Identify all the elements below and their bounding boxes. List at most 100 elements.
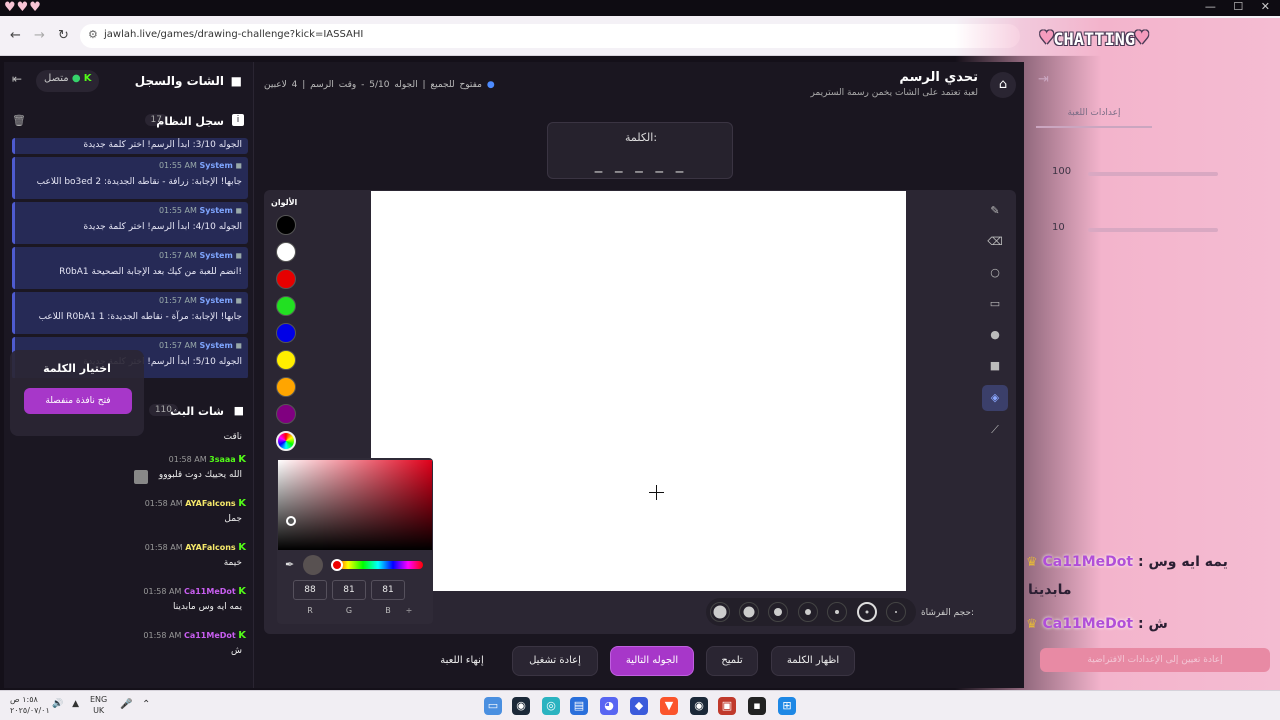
connection-status-badge: متصل ● K: [36, 70, 100, 92]
word-blanks: _ _ _ _ _: [594, 155, 688, 173]
message-meta: 01:58 AM Ca11MeDot K: [143, 586, 246, 597]
color-swatch-green[interactable]: [276, 296, 296, 316]
app-icon[interactable]: ▣: [718, 697, 736, 715]
saturation-knob[interactable]: [286, 516, 296, 526]
tab-game-settings[interactable]: إعدادات اللعبة: [1036, 98, 1152, 128]
pencil-tool-icon[interactable]: ✎: [982, 198, 1008, 224]
explorer-icon[interactable]: ▭: [484, 697, 502, 715]
site-info-icon[interactable]: ⚙: [88, 28, 98, 41]
windows-start-icon[interactable]: ⊞: [778, 697, 796, 715]
end-game-button[interactable]: إنهاء اللعبة: [424, 646, 500, 676]
overlay-message: ش: [1148, 616, 1168, 632]
reload-icon[interactable]: ↻: [58, 28, 69, 43]
log-text: اللاعب R0bA1 جابها! الإجابة: مرآة - نقاط…: [38, 312, 242, 322]
steam-icon[interactable]: ◉: [512, 697, 530, 715]
log-entry: 01:57 AM System ◼ R0bA1 انضم للعبة من كي…: [12, 247, 248, 289]
heart-icon: ♥: [1135, 26, 1149, 51]
address-bar[interactable]: ⚙ jawlah.live/games/drawing-challenge?ki…: [80, 24, 1020, 48]
next-round-button[interactable]: الجوله التالية: [610, 646, 694, 676]
color-swatch-blue[interactable]: [276, 323, 296, 343]
home-button[interactable]: ⌂: [990, 72, 1016, 98]
brush-size-dot: [743, 606, 755, 618]
setting-slider[interactable]: [1088, 172, 1218, 176]
clock-time: ١:٥٨ ص: [10, 695, 38, 704]
back-icon[interactable]: ←: [10, 28, 21, 43]
forward-icon[interactable]: →: [34, 28, 45, 43]
taskbar: ١:٥٨ ص ٢٠٢٥/٠٧/٠١ 🔊 ▲ ENG UK 🎤 ⌃ ▭ ◉ ◎ ▤…: [0, 690, 1280, 720]
filled-rectangle-tool-icon[interactable]: ■: [982, 353, 1008, 379]
tray-arrow-icon[interactable]: ⌃: [142, 699, 150, 710]
crown-icon: ♛: [1026, 555, 1038, 570]
restart-button[interactable]: إعادة تشغيل: [512, 646, 598, 676]
rectangle-tool-icon[interactable]: ▭: [982, 291, 1008, 317]
filled-circle-tool-icon[interactable]: ●: [982, 322, 1008, 348]
app-icon[interactable]: ▤: [570, 697, 588, 715]
steam-icon[interactable]: ◉: [690, 697, 708, 715]
overlay-chat-line: ♛ Ca11MeDot : يمه ايه وس: [1026, 554, 1228, 570]
color-swatch-white[interactable]: [276, 242, 296, 262]
system-log-header: 🗑 17 سجل النظام i: [4, 112, 254, 134]
app-icon[interactable]: ◎: [542, 697, 560, 715]
line-tool-icon[interactable]: ⟋: [982, 417, 1008, 443]
color-mode-toggle[interactable]: ÷: [392, 606, 426, 615]
microphone-icon[interactable]: 🎤: [120, 699, 132, 710]
blue-input[interactable]: 81: [371, 580, 405, 600]
color-swatch-red[interactable]: [276, 269, 296, 289]
discord-icon[interactable]: ◕: [600, 697, 618, 715]
message-text: ش: [231, 646, 242, 656]
drawing-board: الألوان ✎ ⌫ ○ ▭ ● ■ ◈ ⟋ ✒ 88 81 81 R G B…: [264, 190, 1016, 634]
round-text: الجوله 5/10 - وقت الرسم: [310, 80, 418, 90]
system-tray[interactable]: 🔊 ▲: [52, 699, 79, 709]
language-indicator[interactable]: ENG UK: [90, 694, 107, 716]
system-log-list[interactable]: الجوله 3/10: ابدأ الرسم! اختر كلمة جديدة…: [12, 138, 248, 378]
message-text: ناقت: [223, 432, 242, 442]
emote-image: [134, 470, 148, 484]
taskbar-clock[interactable]: ١:٥٨ ص ٢٠٢٥/٠٧/٠١: [10, 694, 50, 716]
hue-slider[interactable]: [331, 559, 423, 571]
message-text: خيمة: [223, 558, 242, 568]
green-input[interactable]: 81: [332, 580, 366, 600]
log-text: اللاعب bo3ed جابها! الإجابة: زرافة - نقا…: [36, 177, 242, 187]
hint-button[interactable]: تلميح: [706, 646, 758, 676]
open-separate-window-button[interactable]: فتح نافذة منفصلة: [24, 388, 132, 414]
reset-defaults-button[interactable]: إعادة تعيين إلى الإعدادات الافتراضية: [1040, 648, 1270, 672]
color-swatch-black[interactable]: [276, 215, 296, 235]
color-swatch-yellow[interactable]: [276, 350, 296, 370]
online-dot-icon: ●: [71, 73, 81, 84]
drawing-canvas[interactable]: [371, 191, 906, 591]
log-meta: 01:57 AM System ◼: [158, 251, 242, 260]
color-swatch-purple[interactable]: [276, 404, 296, 424]
reveal-word-button[interactable]: اظهار الكلمة: [771, 646, 855, 676]
saturation-value-area[interactable]: [278, 460, 432, 550]
fill-bucket-tool-icon[interactable]: ◈: [982, 385, 1008, 411]
eraser-tool-icon[interactable]: ⌫: [982, 229, 1008, 255]
brave-icon[interactable]: ▼: [660, 697, 678, 715]
panel-title: الشات والسجل: [134, 74, 224, 88]
red-input[interactable]: 88: [293, 580, 327, 600]
log-meta: 01:57 AM System ◼: [158, 296, 242, 305]
window-controls[interactable]: — ☐ ✕: [1205, 0, 1270, 13]
chat-message: 01:58 AM AYAFalcons K جمل: [12, 496, 248, 540]
clock-date: ٢٠٢٥/٠٧/٠١: [10, 706, 50, 715]
collapse-panel-icon[interactable]: ⇤: [12, 72, 22, 86]
message-meta: 01:58 AM AYAFalcons K: [144, 498, 246, 509]
log-entry: الجوله 3/10: ابدأ الرسم! اختر كلمة جديدة: [12, 138, 248, 154]
setting-slider[interactable]: [1088, 228, 1218, 232]
app-icon[interactable]: ◆: [630, 697, 648, 715]
color-swatch-orange[interactable]: [276, 377, 296, 397]
app-icon[interactable]: ▪: [748, 697, 766, 715]
trash-icon[interactable]: 🗑: [12, 114, 26, 127]
circle-tool-icon[interactable]: ○: [982, 260, 1008, 286]
stream-chat-list[interactable]: ناقت 01:58 AM 3saaa K الله يحييك دوت قلب…: [12, 428, 248, 678]
brush-size-dot: [805, 609, 811, 615]
custom-color-swatch[interactable]: [276, 431, 296, 451]
eyedropper-icon[interactable]: ✒: [285, 558, 294, 571]
panel-header: ⇤ متصل ● K الشات والسجل ■: [4, 62, 254, 102]
status-text: متصل: [44, 73, 69, 84]
collapse-panel-icon[interactable]: ⇥: [1038, 72, 1049, 87]
message-meta: 01:58 AM Ca11MeDot K: [143, 630, 246, 641]
brush-size-dot: [835, 610, 839, 614]
log-meta: 01:57 AM System ◼: [158, 341, 242, 350]
access-text: مفتوح للجميع: [430, 80, 482, 90]
hue-knob[interactable]: [331, 559, 343, 571]
